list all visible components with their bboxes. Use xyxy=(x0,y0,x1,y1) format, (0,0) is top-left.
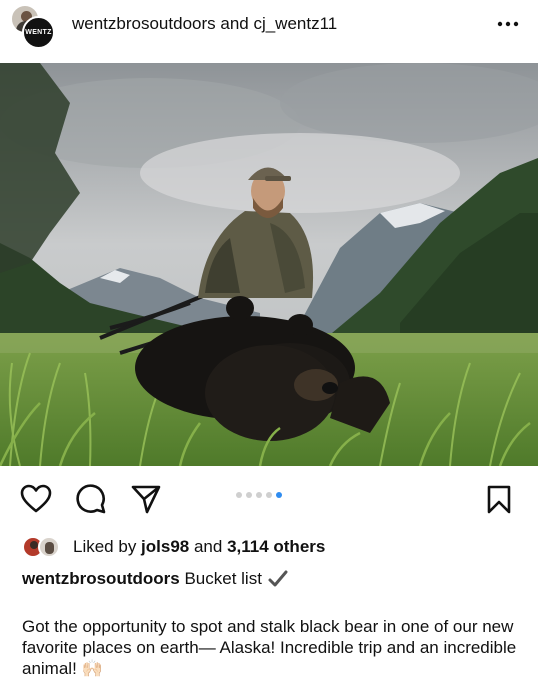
likes-count[interactable]: 3,114 others xyxy=(227,537,325,556)
likes-connector: and xyxy=(189,537,228,556)
carousel-indicator xyxy=(236,492,282,498)
post-header: WENTZ wentzbrosoutdoors and cj_wentz11 xyxy=(0,0,538,60)
check-mark-icon xyxy=(268,570,288,587)
post-description: Got the opportunity to spot and stalk bl… xyxy=(22,617,517,678)
post-action-bar xyxy=(0,466,538,526)
post-author-names[interactable]: wentzbrosoutdoors and cj_wentz11 xyxy=(72,14,337,34)
likes-summary[interactable]: Liked by jols98 and 3,114 others xyxy=(22,536,325,558)
send-icon[interactable] xyxy=(130,484,162,514)
more-horizontal-icon[interactable] xyxy=(496,14,520,34)
caption-username[interactable]: wentzbrosoutdoors xyxy=(22,569,180,588)
liker-username[interactable]: jols98 xyxy=(141,537,189,556)
liker-avatars xyxy=(22,536,70,558)
avatar-wentzbros[interactable]: WENTZ xyxy=(22,16,55,49)
heart-icon[interactable] xyxy=(20,484,52,514)
carousel-dot[interactable] xyxy=(256,492,262,498)
caption-text: Bucket list xyxy=(179,569,262,588)
carousel-dot[interactable] xyxy=(246,492,252,498)
comment-icon[interactable] xyxy=(75,484,107,514)
carousel-dot[interactable] xyxy=(236,492,242,498)
carousel-dot[interactable] xyxy=(266,492,272,498)
likes-prefix: Liked by xyxy=(73,537,142,556)
avatar-badge-text: WENTZ xyxy=(25,29,52,36)
bookmark-icon[interactable] xyxy=(485,484,513,514)
post-caption: wentzbrosoutdoors Bucket list xyxy=(22,569,289,589)
avatar xyxy=(38,536,60,558)
post-photo[interactable] xyxy=(0,63,538,466)
collab-avatars[interactable]: WENTZ xyxy=(10,4,56,50)
carousel-dot-active[interactable] xyxy=(276,492,282,498)
